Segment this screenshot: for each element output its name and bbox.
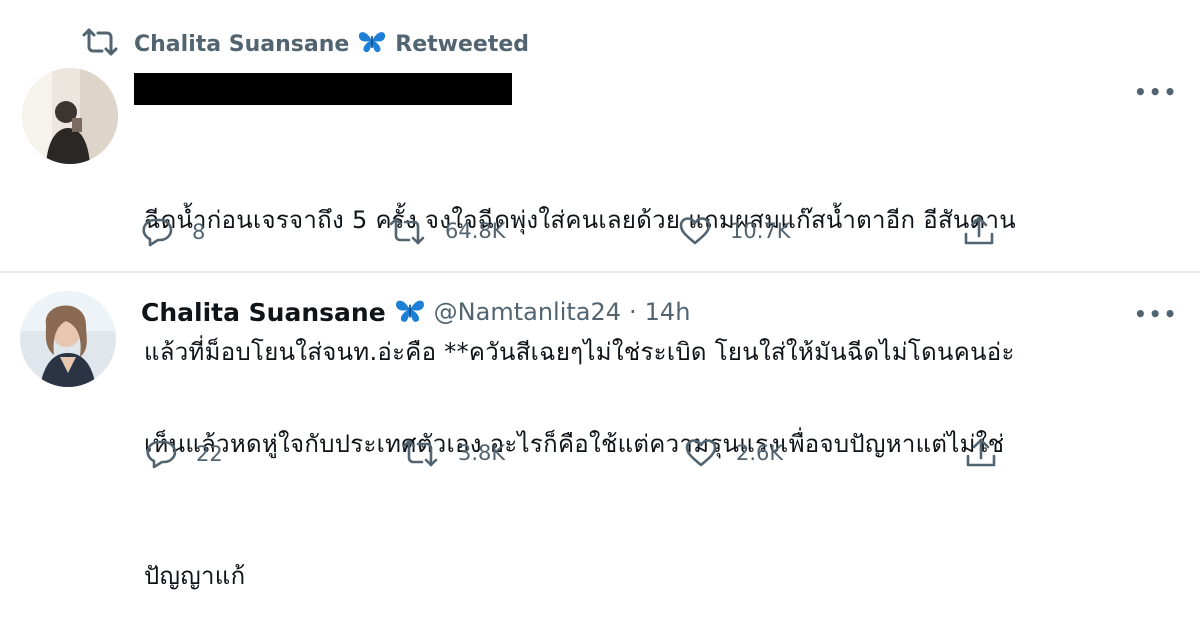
reply-count: 22 [196, 442, 223, 466]
reply-icon [144, 438, 178, 470]
author-handle[interactable]: @Namtanlita24 [434, 298, 621, 326]
reply-icon [140, 216, 174, 248]
butterfly-icon [394, 296, 426, 328]
timestamp[interactable]: 14h [645, 298, 691, 326]
retweeter-name-link[interactable]: Chalita Suansane [134, 32, 349, 57]
reply-button[interactable]: 22 [144, 438, 223, 470]
retweet-count: 3.8K [458, 441, 506, 465]
like-icon [678, 216, 712, 246]
author-name[interactable]: Chalita Suansane [141, 298, 386, 327]
tweet-text-line: เห็นแล้วหดหู่ใจกับประเทศตัวเอง อะไรก็คือ… [144, 430, 1005, 458]
tweet-text-line: ปัญญาแก้ [144, 562, 246, 590]
share-icon [962, 214, 996, 248]
more-icon[interactable]: ••• [1134, 80, 1178, 104]
avatar[interactable] [22, 68, 118, 164]
like-count: 10.7K [730, 219, 791, 243]
share-button[interactable] [962, 214, 996, 248]
like-count: 2.6K [736, 441, 784, 465]
like-button[interactable]: 2.6K [684, 438, 783, 468]
retweet-count: 64.8K [445, 219, 506, 243]
retweet-icon [387, 216, 427, 246]
more-icon[interactable]: ••• [1134, 302, 1178, 326]
retweet-button[interactable]: 3.8K [400, 438, 505, 468]
retweet-banner: Chalita Suansane Retweeted [80, 26, 529, 62]
like-button[interactable]: 10.7K [678, 216, 791, 246]
tweet-divider [0, 271, 1200, 273]
tweet-text: เห็นแล้วหดหู่ใจกับประเทศตัวเอง อะไรก็คือ… [144, 334, 1004, 642]
tweet-header: Chalita Suansane @Namtanlita24 · 14h [141, 296, 690, 328]
retweeted-label: Retweeted [395, 31, 530, 57]
retweet-icon [400, 438, 440, 468]
retweet-button[interactable]: 64.8K [387, 216, 506, 246]
redacted-author-name [134, 73, 512, 105]
share-icon [964, 436, 998, 470]
retweet-icon [80, 27, 120, 61]
like-icon [684, 438, 718, 468]
butterfly-icon [357, 28, 387, 60]
separator-dot: · [629, 298, 637, 326]
reply-count: 8 [192, 220, 206, 244]
share-button[interactable] [964, 436, 998, 470]
tweet-text-line: ฉีดน้ำก่อนเจรจาถึง 5 ครั้ง จงใจฉีดพุ่งใส… [144, 206, 1016, 234]
reply-button[interactable]: 8 [140, 216, 205, 248]
avatar[interactable] [20, 291, 116, 387]
